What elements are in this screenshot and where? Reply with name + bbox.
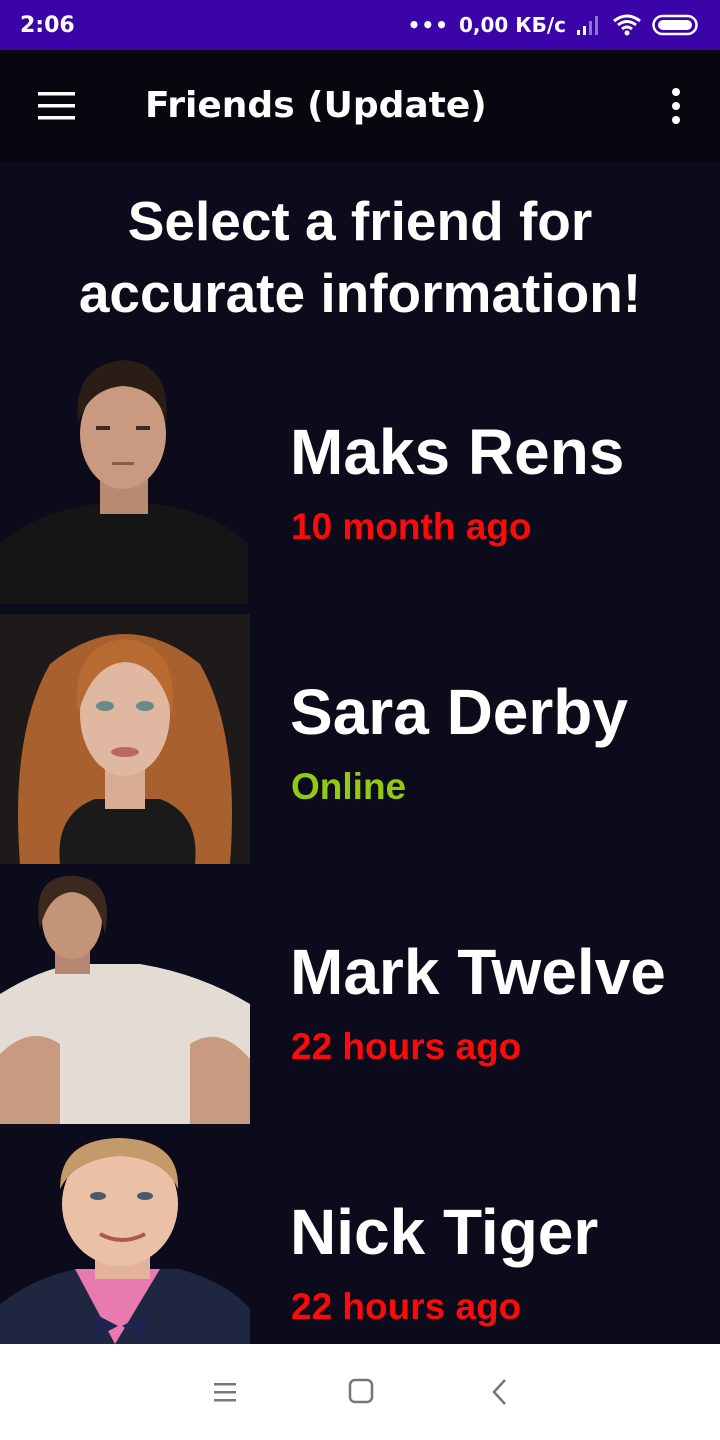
avatar (0, 354, 250, 604)
friend-name: Sara Derby (290, 676, 628, 748)
recent-apps-icon[interactable] (205, 1374, 245, 1410)
app-title: Friends (Update) (145, 85, 487, 126)
battery-icon (652, 14, 698, 36)
avatar (0, 614, 250, 864)
hamburger-menu-icon[interactable] (30, 84, 82, 128)
status-bar: 2:06 ••• 0,00 КБ/с (0, 0, 720, 50)
system-nav-bar (0, 1344, 720, 1440)
select-friend-heading: Select a friend for accurate information… (0, 185, 720, 329)
wifi-icon (613, 14, 641, 36)
friend-item-mark-twelve[interactable]: Mark Twelve 22 hours ago (0, 874, 720, 1124)
friend-name: Maks Rens (290, 416, 625, 488)
notification-dots: ••• (407, 13, 449, 37)
back-icon[interactable] (480, 1374, 520, 1410)
friend-status: Online (291, 766, 407, 807)
friend-item-maks-rens[interactable]: Maks Rens 10 month ago (0, 354, 720, 604)
friend-name: Mark Twelve (290, 936, 666, 1008)
friend-status: 10 month ago (291, 506, 532, 547)
status-right: ••• 0,00 КБ/с (408, 13, 700, 37)
friend-name: Nick Tiger (290, 1196, 599, 1268)
heading-line-2: accurate information! (78, 262, 642, 324)
app-bar: Friends (Update) (0, 50, 720, 162)
avatar (0, 874, 250, 1124)
home-icon[interactable] (341, 1374, 381, 1410)
network-speed: 0,00 КБ/с (458, 13, 566, 37)
friend-status: 22 hours ago (291, 1286, 522, 1327)
signal-icon (577, 16, 598, 35)
friend-item-sara-derby[interactable]: Sara Derby Online (0, 614, 720, 864)
heading-line-1: Select a friend for (127, 190, 593, 252)
friend-status: 22 hours ago (291, 1026, 522, 1067)
status-time: 2:06 (20, 12, 75, 38)
more-vert-icon[interactable] (656, 84, 696, 128)
